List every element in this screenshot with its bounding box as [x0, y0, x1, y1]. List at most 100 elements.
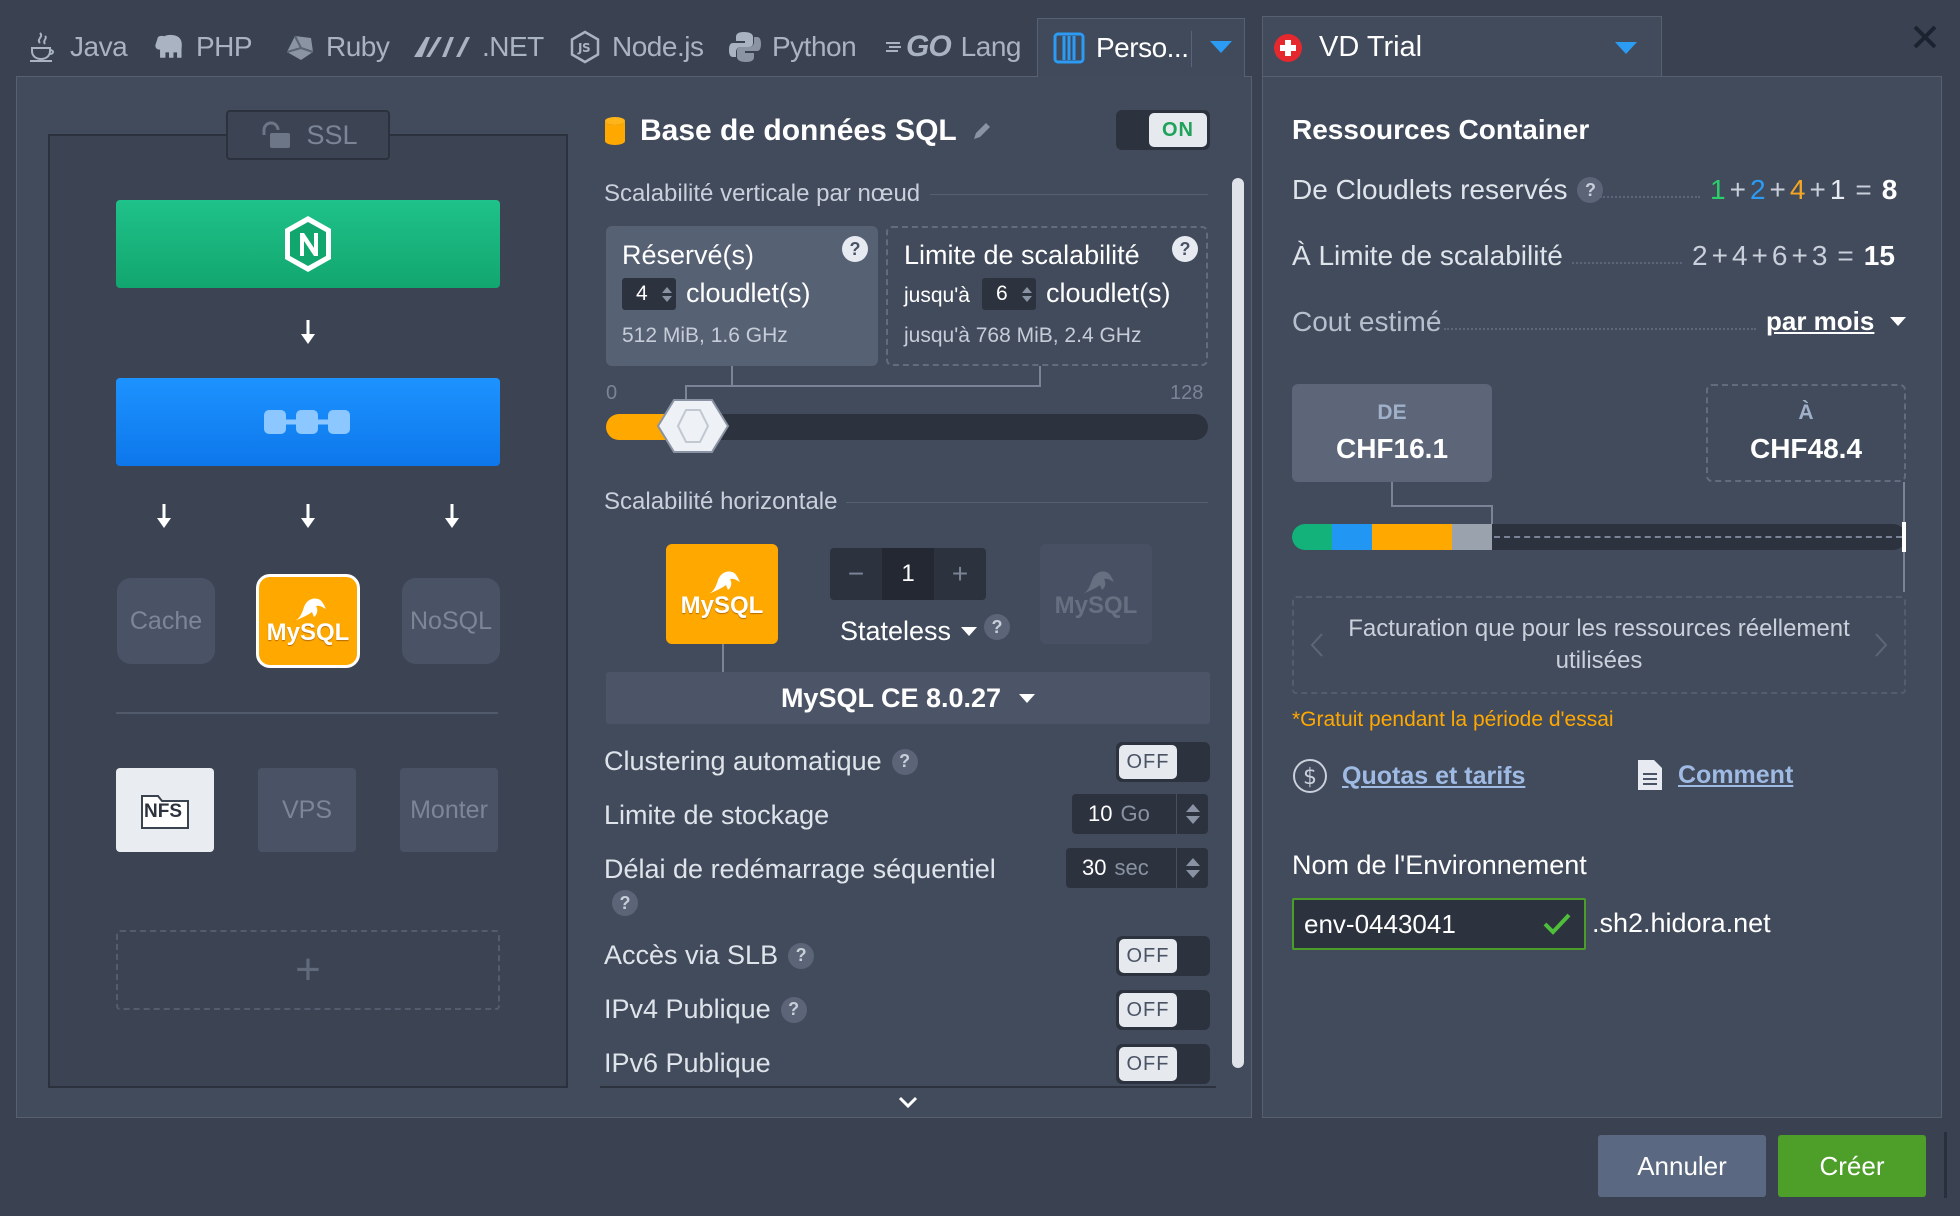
mount-node[interactable]: Monter	[400, 768, 498, 852]
svg-text:$: $	[1303, 765, 1317, 790]
create-button[interactable]: Créer	[1778, 1135, 1926, 1197]
slider-max-label: 128	[1170, 382, 1204, 404]
reserved-total: 8	[1881, 174, 1898, 205]
stateless-dropdown[interactable]: Stateless	[840, 616, 978, 647]
toggle-state: OFF	[1119, 745, 1177, 779]
scrollbar-thumb[interactable]	[1232, 178, 1244, 1068]
arrow-down-icon	[300, 504, 316, 530]
formula-term: 2	[1692, 240, 1708, 271]
option-slb-access: Accès via SLB ?	[604, 940, 815, 971]
mount-label: Monter	[410, 795, 488, 824]
formula-term: 2	[1749, 174, 1766, 205]
tab-java[interactable]: Java	[26, 18, 128, 76]
quotas-link-row[interactable]: $ Quotas et tarifs	[1292, 758, 1525, 794]
env-name-input[interactable]: env-0443041	[1292, 898, 1586, 950]
help-icon[interactable]: ?	[612, 890, 638, 916]
nfs-label: NFS	[144, 801, 182, 822]
howto-link-row[interactable]: Comment	[1636, 758, 1793, 792]
go-logo-text: GO	[906, 30, 952, 63]
ssl-label: SSL	[306, 119, 358, 150]
chevron-left-icon[interactable]	[1310, 632, 1324, 658]
tabs-overflow-dropdown-icon[interactable]	[1210, 41, 1232, 53]
close-icon[interactable]	[1912, 24, 1938, 50]
region-dropdown-icon	[1615, 41, 1637, 54]
help-icon[interactable]: ?	[891, 748, 918, 775]
edit-pencil-icon[interactable]	[971, 120, 993, 142]
minus-button[interactable]: −	[830, 558, 882, 590]
tab-custom[interactable]: Perso...	[1037, 18, 1245, 76]
dollar-icon: $	[1292, 758, 1328, 794]
region-selector[interactable]: VD Trial	[1262, 16, 1662, 78]
option-auto-clustering: Clustering automatique ?	[604, 746, 918, 777]
help-icon[interactable]: ?	[1577, 177, 1604, 203]
add-node-button[interactable]: +	[116, 930, 500, 1010]
spinner-value: 30	[1082, 855, 1107, 880]
svg-text:JS: JS	[577, 41, 590, 55]
app-server-node[interactable]	[116, 378, 500, 466]
public-ipv4-toggle[interactable]: OFF	[1116, 990, 1210, 1030]
nosql-node[interactable]: NoSQL	[402, 578, 500, 664]
folder-icon: NFS	[140, 790, 190, 830]
limit-stepper[interactable]: 6	[982, 278, 1036, 310]
scroll-down-chevron-icon[interactable]	[898, 1096, 918, 1110]
version-label: MySQL CE 8.0.27	[780, 682, 1002, 713]
document-icon	[1636, 758, 1664, 792]
plus-button[interactable]: +	[934, 558, 986, 590]
auto-clustering-toggle[interactable]: OFF	[1116, 742, 1210, 782]
spinner-arrows-icon[interactable]	[1176, 794, 1208, 834]
cost-bar-segment	[1452, 524, 1492, 550]
toggle-state: OFF	[1119, 993, 1177, 1027]
checkmark-icon	[1542, 912, 1572, 936]
reserved-stepper[interactable]: 4	[622, 278, 676, 310]
scroll-fade-line	[600, 1086, 1216, 1088]
tab-dotnet[interactable]: .NET	[412, 18, 544, 76]
version-select[interactable]: MySQL CE 8.0.27	[606, 672, 1210, 724]
tab-go[interactable]: GO Lang	[886, 18, 1021, 76]
nginx-balancer-node[interactable]	[116, 200, 500, 288]
slb-access-toggle[interactable]: OFF	[1116, 936, 1210, 976]
mysql-engine-active[interactable]: MySQL	[666, 544, 778, 644]
tab-label: Ruby	[326, 31, 390, 62]
tab-label: Perso...	[1096, 31, 1189, 63]
storage-limit-spinner[interactable]: 10 Go	[1072, 794, 1208, 834]
help-icon[interactable]: ?	[780, 996, 807, 1023]
help-icon[interactable]: ?	[1172, 236, 1198, 262]
plus-icon: +	[295, 945, 321, 994]
option-label: Clustering automatique	[604, 746, 882, 776]
restart-delay-spinner[interactable]: 30 sec	[1066, 848, 1208, 888]
php-elephant-icon	[152, 30, 186, 64]
node-on-toggle[interactable]: ON	[1116, 110, 1210, 150]
window-edge	[1944, 1132, 1947, 1198]
tab-ruby[interactable]: Ruby	[282, 18, 390, 76]
help-icon[interactable]: ?	[788, 942, 815, 969]
tab-php[interactable]: PHP	[152, 18, 253, 76]
spinner-arrows-icon[interactable]	[1176, 848, 1208, 888]
tab-nodejs[interactable]: JS Node.js	[568, 18, 704, 76]
slider-handle[interactable]	[656, 398, 730, 454]
tab-python[interactable]: Python	[728, 18, 857, 76]
chevron-right-icon[interactable]	[1874, 632, 1888, 658]
cost-period-dropdown[interactable]: par mois	[1766, 306, 1907, 337]
quotas-link[interactable]: Quotas et tarifs	[1342, 762, 1525, 791]
cancel-button[interactable]: Annuler	[1598, 1135, 1766, 1197]
ssl-toggle[interactable]: SSL	[226, 110, 390, 160]
mysql-engine-secondary[interactable]: MySQL	[1040, 544, 1152, 644]
help-icon[interactable]: ?	[984, 614, 1010, 640]
public-ipv6-toggle[interactable]: OFF	[1116, 1044, 1210, 1084]
vps-node[interactable]: VPS	[258, 768, 356, 852]
dotted-leader	[1600, 196, 1700, 198]
cache-node[interactable]: Cache	[117, 578, 215, 664]
stepper-arrows-icon	[1022, 286, 1032, 302]
mysql-node-selected[interactable]: MySQL	[256, 574, 360, 668]
howto-link[interactable]: Comment	[1678, 761, 1793, 790]
scrollbar-track[interactable]	[1232, 178, 1244, 1068]
formula-term: 1	[1829, 174, 1846, 205]
mysql-label: MySQL	[266, 619, 350, 646]
swiss-flag-icon	[1273, 33, 1303, 63]
stepper-arrows-icon	[662, 286, 672, 302]
option-restart-delay: Délai de redémarrage séquentiel	[604, 854, 996, 885]
node-count-stepper[interactable]: − 1 +	[830, 548, 986, 600]
nfs-node[interactable]: NFS	[116, 768, 214, 852]
formula-op: +	[1769, 174, 1786, 205]
help-icon[interactable]: ?	[842, 236, 868, 262]
